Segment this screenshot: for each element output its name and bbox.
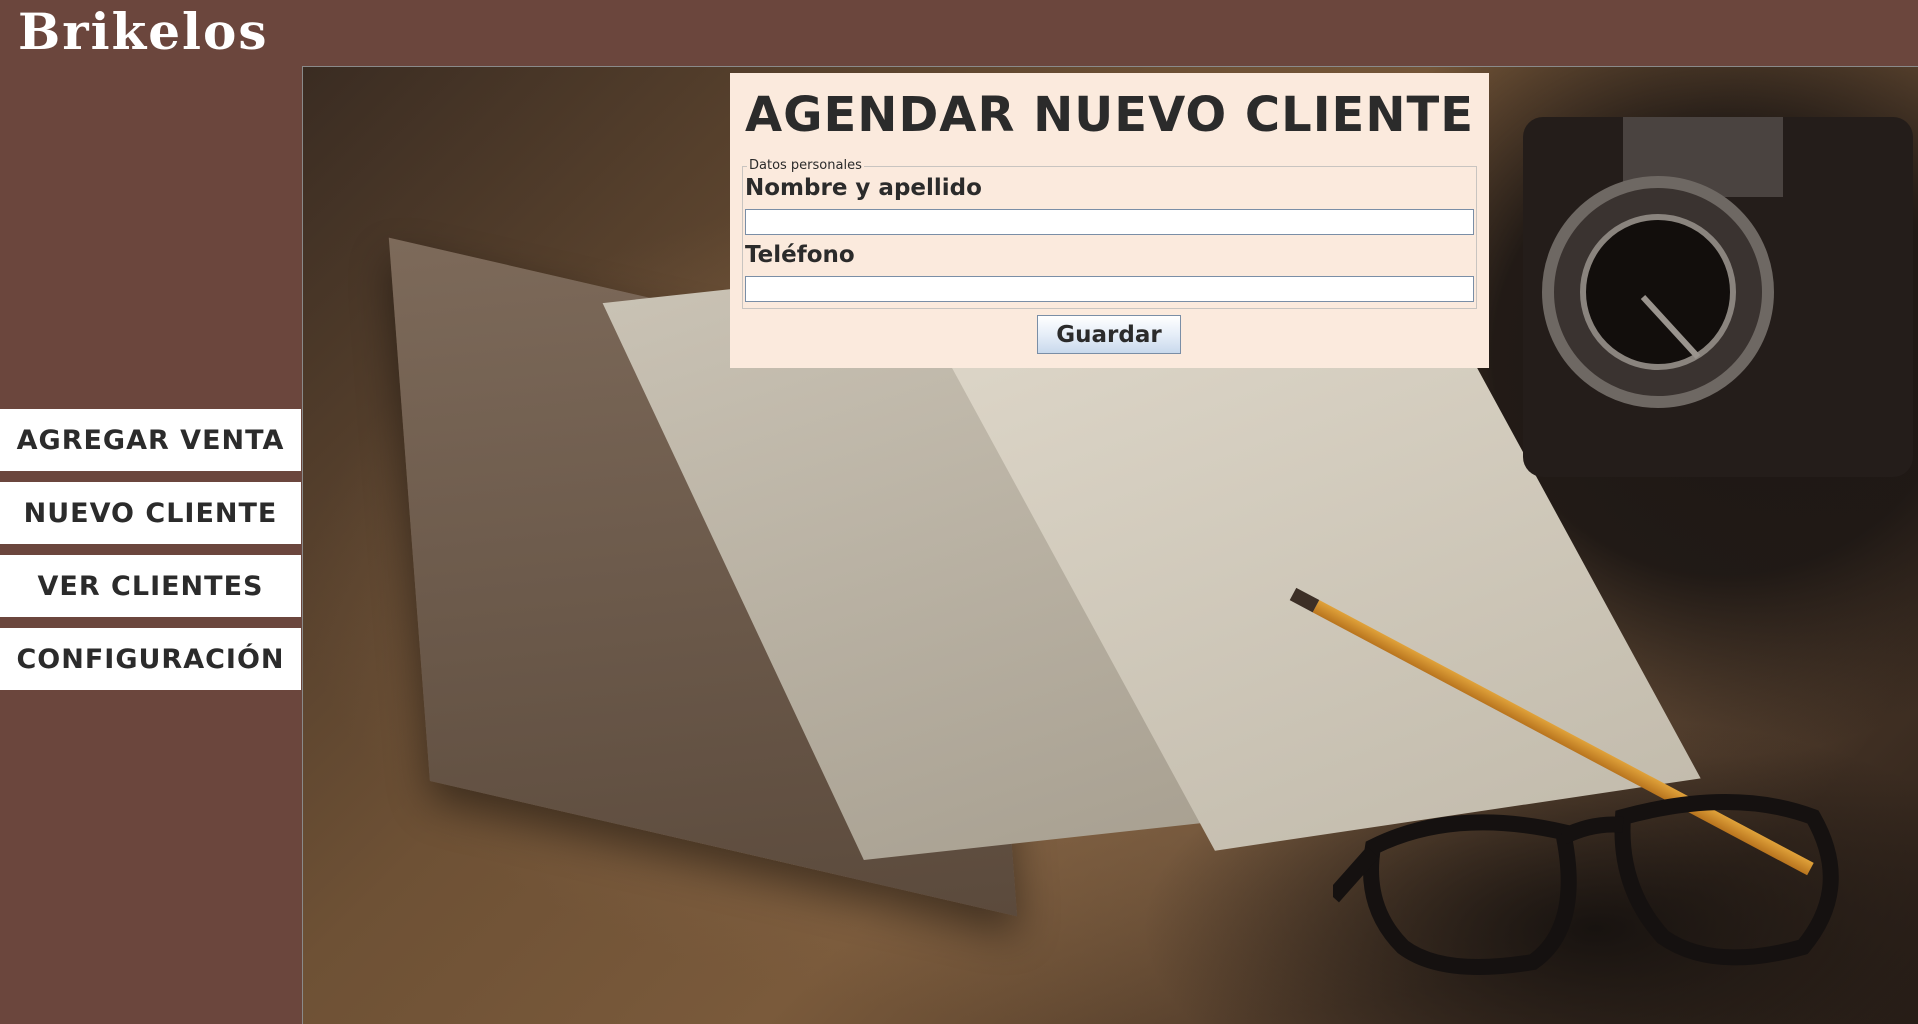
phone-input[interactable] [745,276,1474,302]
save-button[interactable]: Guardar [1037,315,1181,354]
phone-label: Teléfono [745,242,855,268]
fieldset-legend: Datos personales [747,158,864,173]
camera-image [1523,117,1913,477]
personal-data-fieldset: Datos personales Nombre y apellido Teléf… [742,158,1477,309]
sidebar-item-agregar-venta[interactable]: AGREGAR VENTA [0,409,301,471]
sidebar-item-configuracion[interactable]: CONFIGURACIÓN [0,628,301,690]
new-client-form: AGENDAR NUEVO CLIENTE Datos personales N… [730,73,1489,368]
sidebar-item-ver-clientes[interactable]: VER CLIENTES [0,555,301,617]
name-input[interactable] [745,209,1474,235]
form-title: AGENDAR NUEVO CLIENTE [744,87,1475,143]
app-title: Brikelos [18,2,269,61]
name-label: Nombre y apellido [745,175,982,201]
glasses-image [1333,794,1839,975]
sidebar-item-nuevo-cliente[interactable]: NUEVO CLIENTE [0,482,301,544]
